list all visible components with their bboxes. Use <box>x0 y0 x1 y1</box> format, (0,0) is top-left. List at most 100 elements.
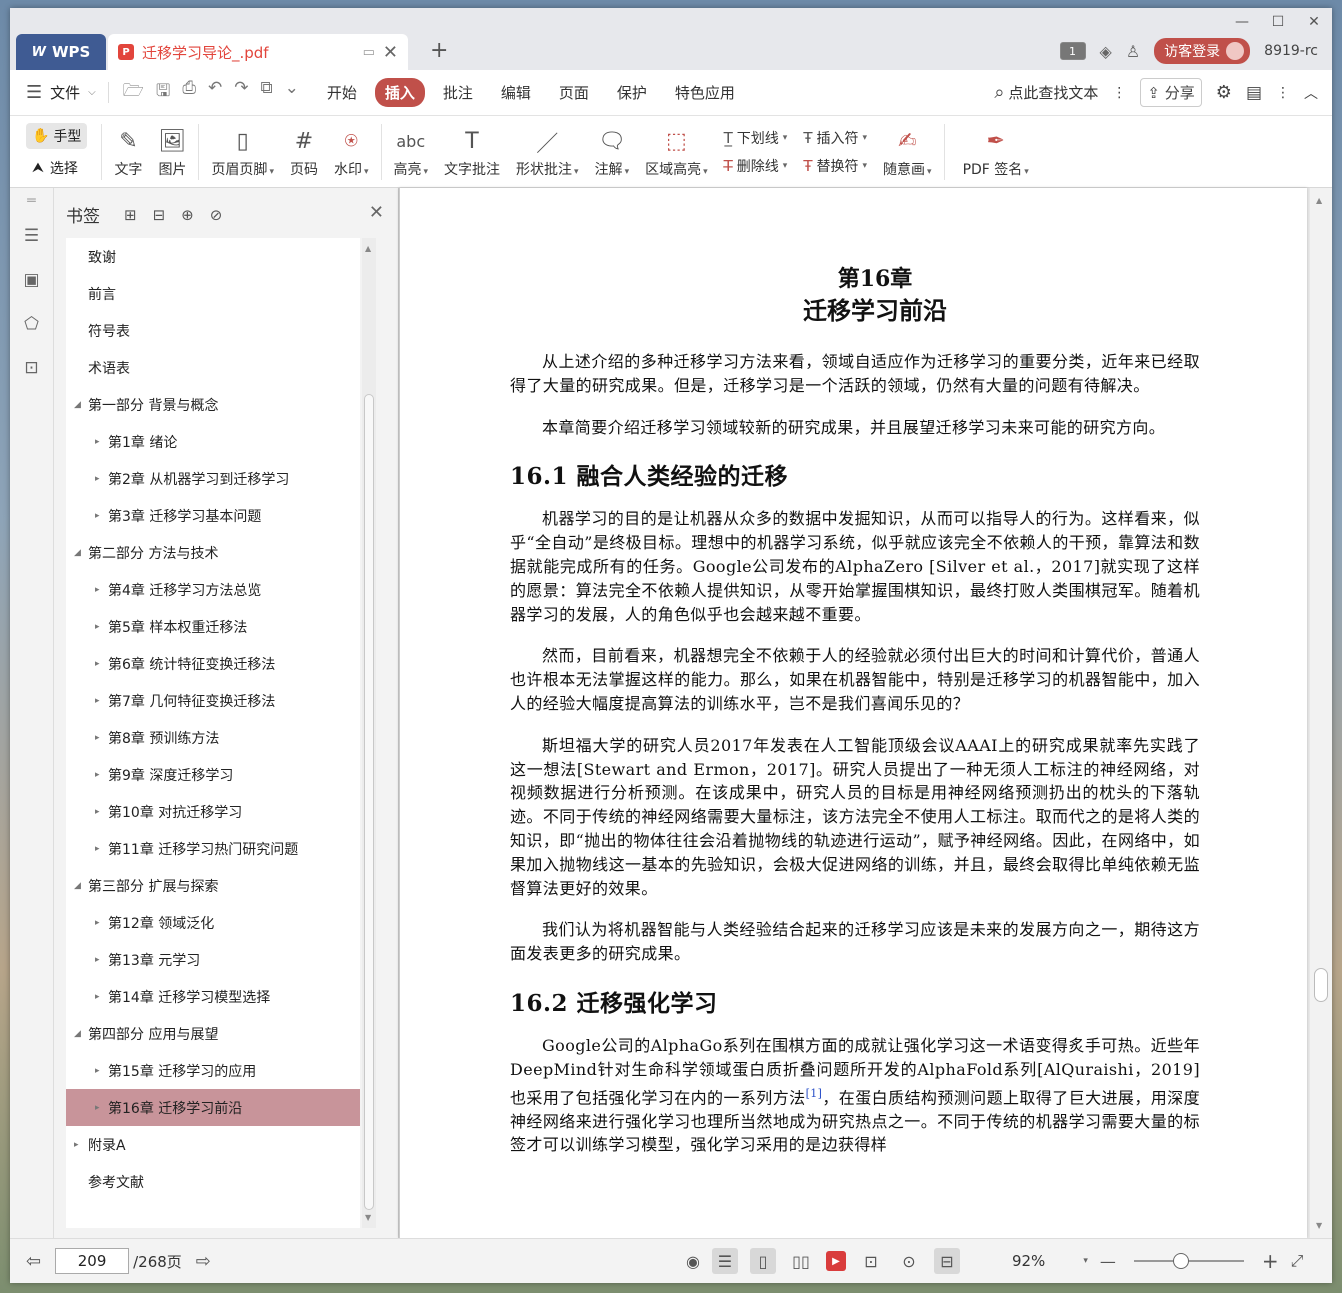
bookmark-item[interactable]: 前言 <box>66 275 360 312</box>
collapsed-caret-icon[interactable]: ▸ <box>74 1140 79 1150</box>
expanded-caret-icon[interactable]: ◢ <box>74 400 81 410</box>
fit-width-icon[interactable]: ⊟ <box>933 1248 960 1274</box>
bookmark-item[interactable]: ▸ 第8章 预训练方法 <box>66 719 360 756</box>
collapsed-caret-icon[interactable]: ▸ <box>95 807 100 817</box>
bookmark-item[interactable]: ▸ 第15章 迁移学习的应用 <box>66 1052 360 1089</box>
bookmark-settings-icon[interactable]: ⊘ <box>210 206 223 224</box>
bookmark-item[interactable]: ▸ 第1章 绪论 <box>66 423 360 460</box>
bookmark-list-icon[interactable]: ☰ <box>10 214 53 258</box>
replace-mark-button[interactable]: Ŧ 替换符 ▾ <box>803 156 867 176</box>
pdf-sign-button[interactable]: ✒ PDF 签名 ▾ <box>949 119 1037 185</box>
bookmark-item[interactable]: 致谢 <box>66 238 360 275</box>
single-page-icon[interactable]: ▯ <box>749 1248 776 1274</box>
select-tool-button[interactable]: ⮝ 选择 <box>26 155 87 181</box>
fullscreen-icon[interactable]: ⤢ <box>1291 1251 1304 1271</box>
zoom-level[interactable]: 92% <box>1012 1252 1045 1270</box>
scrollbar-thumb[interactable] <box>364 394 374 1210</box>
zoom-slider-knob[interactable] <box>1172 1253 1189 1269</box>
expand-all-icon[interactable]: ⊞ <box>124 206 137 224</box>
area-highlight-button[interactable]: ⬚ 区域高亮 ▾ <box>637 119 716 185</box>
collapsed-caret-icon[interactable]: ▸ <box>95 770 100 780</box>
menu-annotate[interactable]: 批注 <box>433 78 483 107</box>
expanded-caret-icon[interactable]: ◢ <box>74 548 81 558</box>
bookmark-item[interactable]: 符号表 <box>66 312 360 349</box>
scroll-up-icon[interactable]: ▲ <box>1316 196 1322 205</box>
text-comment-button[interactable]: T 文字批注 <box>436 119 508 185</box>
collapsed-caret-icon[interactable]: ▸ <box>95 1066 100 1076</box>
search-icon[interactable]: ⌕ <box>994 82 1004 103</box>
actual-size-icon[interactable]: ⊡ <box>858 1248 884 1274</box>
bookmark-item[interactable]: ▸ 第4章 迁移学习方法总览 <box>66 571 360 608</box>
scroll-down-icon[interactable]: ▼ <box>365 1213 371 1222</box>
skin-icon[interactable]: ◈ <box>1100 42 1112 61</box>
collapsed-caret-icon[interactable]: ▸ <box>95 585 100 595</box>
thumbnail-icon[interactable]: ▣ <box>10 258 53 302</box>
bookmark-item[interactable]: ◢ 第二部分 方法与技术 <box>66 534 360 571</box>
menu-start[interactable]: 开始 <box>317 78 367 107</box>
document-tab[interactable]: P 迁移学习导论_.pdf ▭ ✕ <box>108 34 408 70</box>
undo-icon[interactable]: ↶ <box>208 78 222 107</box>
window-count-badge[interactable]: 1 <box>1059 42 1086 60</box>
note-button[interactable]: 🗨 注解 ▾ <box>587 119 638 185</box>
menu-edit[interactable]: 编辑 <box>491 78 541 107</box>
freehand-button[interactable]: ✍ 随意画 ▾ <box>875 119 940 185</box>
bookmark-item[interactable]: ◢ 第三部分 扩展与探索 <box>66 867 360 904</box>
bookmark-item[interactable]: 参考文献 <box>66 1163 360 1200</box>
print-icon[interactable]: ⎙ <box>182 78 196 107</box>
header-footer-button[interactable]: ▯ 页眉页脚 ▾ <box>203 119 282 185</box>
bookmark-item[interactable]: ▸ 第12章 领域泛化 <box>66 904 360 941</box>
settings-icon[interactable]: ⚙ <box>1216 82 1232 103</box>
bookmark-item[interactable]: ▸ 第6章 统计特征变换迁移法 <box>66 645 360 682</box>
close-window-icon[interactable]: ✕ <box>1296 12 1332 32</box>
text-tool-button[interactable]: ✎ 文字 <box>106 119 150 185</box>
zoom-out-icon[interactable]: — <box>1100 1252 1116 1271</box>
scroll-down-icon[interactable]: ▼ <box>1316 1221 1322 1230</box>
bookmark-item[interactable]: 术语表 <box>66 349 360 386</box>
collapsed-caret-icon[interactable]: ▸ <box>95 511 100 521</box>
shape-comment-button[interactable]: ／ 形状批注 ▾ <box>508 119 587 185</box>
highlight-button[interactable]: abc 高亮 ▾ <box>386 119 437 185</box>
zoom-dropdown-icon[interactable]: ▾ <box>1083 1256 1088 1266</box>
more-vertical-icon[interactable]: ⋮ <box>1112 85 1126 101</box>
collapsed-caret-icon[interactable]: ▸ <box>95 844 100 854</box>
hand-tool-button[interactable]: ✋ 手型 <box>26 122 88 149</box>
collapsed-caret-icon[interactable]: ▸ <box>95 1103 100 1113</box>
menu-page[interactable]: 页面 <box>549 78 599 107</box>
collapsed-caret-icon[interactable]: ▸ <box>95 992 100 1002</box>
redo-icon[interactable]: ↷ <box>234 78 248 107</box>
shirt-icon[interactable]: ♙ <box>1126 42 1140 61</box>
zoom-in-icon[interactable]: + <box>1262 1249 1279 1273</box>
document-scrollbar[interactable]: ▲ ▼ <box>1310 188 1332 1238</box>
more-quick-icon[interactable]: ⌄ <box>285 78 299 107</box>
new-tab-button[interactable]: + <box>430 38 448 63</box>
expanded-caret-icon[interactable]: ◢ <box>74 881 81 891</box>
collapsed-caret-icon[interactable]: ▸ <box>95 918 100 928</box>
bookmark-item[interactable]: ▸ 第9章 深度迁移学习 <box>66 756 360 793</box>
screen-icon[interactable]: ▭ <box>363 45 375 60</box>
collapsed-caret-icon[interactable]: ▸ <box>95 696 100 706</box>
menu-protect[interactable]: 保护 <box>607 78 657 107</box>
continuous-view-icon[interactable]: ☰ <box>711 1248 738 1274</box>
bookmark-item[interactable]: ▸ 第3章 迁移学习基本问题 <box>66 497 360 534</box>
bookmark-item-selected[interactable]: ▸ 第16章 迁移学习前沿 <box>66 1089 360 1126</box>
collapsed-caret-icon[interactable]: ▸ <box>95 474 100 484</box>
file-menu-button[interactable]: ☰ 文件 ⌵ <box>10 82 109 103</box>
maximize-icon[interactable]: ☐ <box>1260 12 1296 32</box>
bookmark-item[interactable]: ▸ 第14章 迁移学习模型选择 <box>66 978 360 1015</box>
bookmark-item[interactable]: ▸ 第11章 迁移学习热门研究问题 <box>66 830 360 867</box>
bookmark-scrollbar[interactable]: ▲ ▼ <box>362 238 376 1228</box>
close-tab-icon[interactable]: ✕ <box>383 42 398 63</box>
double-page-icon[interactable]: ▯▯ <box>788 1248 814 1274</box>
annotation-icon[interactable]: ⬠ <box>10 302 53 346</box>
export-icon[interactable]: ⧉ <box>260 78 272 107</box>
collapsed-caret-icon[interactable]: ▸ <box>95 622 100 632</box>
share-button[interactable]: ⇪ 分享 <box>1140 78 1202 107</box>
add-bookmark-icon[interactable]: ⊕ <box>181 206 194 224</box>
bookmark-item[interactable]: ◢ 第四部分 应用与展望 <box>66 1015 360 1052</box>
save-icon[interactable]: 🖫 <box>156 78 170 107</box>
collapsed-caret-icon[interactable]: ▸ <box>95 437 100 447</box>
fit-page-icon[interactable]: ⊙ <box>896 1248 922 1274</box>
bookmark-item[interactable]: ▸ 第5章 样本权重迁移法 <box>66 608 360 645</box>
insert-mark-button[interactable]: Ŧ 插入符 ▾ <box>803 128 867 148</box>
collapsed-caret-icon[interactable]: ▸ <box>95 659 100 669</box>
